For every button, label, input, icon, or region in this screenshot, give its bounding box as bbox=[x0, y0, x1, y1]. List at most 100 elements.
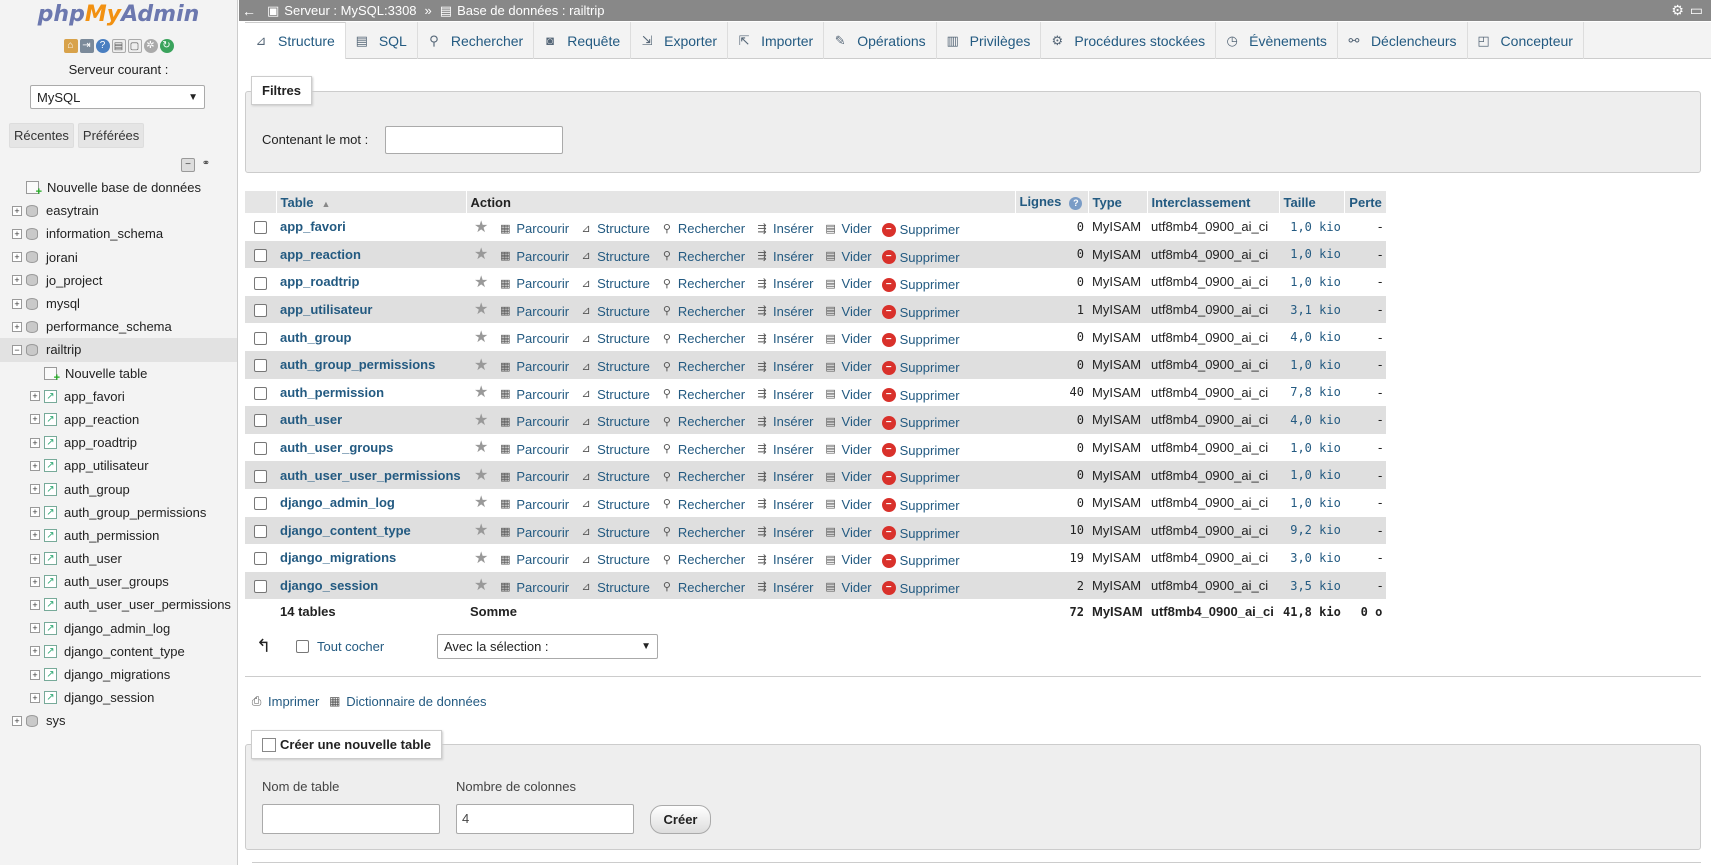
row-checkbox[interactable] bbox=[254, 524, 267, 538]
size-link[interactable]: 1,0 kio bbox=[1279, 350, 1345, 379]
tree-new-database[interactable]: Nouvelle base de données bbox=[0, 176, 237, 199]
action-empty[interactable]: ▤ Vider bbox=[824, 552, 871, 567]
expand-icon[interactable]: + bbox=[30, 576, 40, 587]
collapse-all-icon[interactable]: − bbox=[181, 158, 195, 172]
action-structure[interactable]: ⊿ Structure bbox=[579, 221, 649, 236]
row-checkbox[interactable] bbox=[254, 276, 267, 290]
action-empty[interactable]: ▤ Vider bbox=[824, 304, 871, 319]
server-select[interactable]: MySQL ▼ bbox=[30, 85, 205, 109]
tree-table-django_content_type[interactable]: + ↗ django_content_type bbox=[0, 640, 237, 663]
table-column-header[interactable]: Table ▲ bbox=[276, 191, 467, 213]
expand-icon[interactable]: + bbox=[12, 275, 22, 286]
size-link[interactable]: 1,0 kio bbox=[1279, 433, 1345, 462]
action-empty[interactable]: ▤ Vider bbox=[824, 221, 871, 236]
action-structure[interactable]: ⊿ Structure bbox=[579, 552, 649, 567]
action-structure[interactable]: ⊿ Structure bbox=[579, 442, 649, 457]
tab-structure[interactable]: ⊿ Structure bbox=[245, 22, 346, 59]
action-browse[interactable]: ▦ Parcourir bbox=[498, 387, 569, 402]
action-insert[interactable]: ⇶ Insérer bbox=[755, 414, 813, 429]
action-drop[interactable]: − Supprimer bbox=[881, 277, 960, 292]
size-link[interactable]: 1,0 kio bbox=[1279, 213, 1345, 241]
favorite-star-icon[interactable]: ★ bbox=[474, 439, 488, 456]
action-search[interactable]: ⚲ Rechercher bbox=[660, 304, 745, 319]
breadcrumb-database[interactable]: ▤ Base de données : railtrip bbox=[440, 3, 605, 19]
action-empty[interactable]: ▤ Vider bbox=[824, 469, 871, 484]
action-browse[interactable]: ▦ Parcourir bbox=[498, 497, 569, 512]
action-structure[interactable]: ⊿ Structure bbox=[579, 331, 649, 346]
size-link[interactable]: 1,0 kio bbox=[1279, 488, 1345, 517]
action-empty[interactable]: ▤ Vider bbox=[824, 414, 871, 429]
action-search[interactable]: ⚲ Rechercher bbox=[660, 580, 745, 595]
action-structure[interactable]: ⊿ Structure bbox=[579, 387, 649, 402]
action-search[interactable]: ⚲ Rechercher bbox=[660, 221, 745, 236]
action-structure[interactable]: ⊿ Structure bbox=[579, 580, 649, 595]
tree-db-easytrain[interactable]: + easytrain bbox=[0, 199, 237, 222]
action-insert[interactable]: ⇶ Insérer bbox=[755, 276, 813, 291]
with-selected-select[interactable]: Avec la sélection : ▼ bbox=[437, 634, 658, 659]
action-structure[interactable]: ⊿ Structure bbox=[579, 304, 649, 319]
check-all-checkbox[interactable] bbox=[296, 640, 309, 653]
expand-icon[interactable]: + bbox=[30, 599, 40, 610]
table-name-link[interactable]: app_favori bbox=[276, 213, 466, 241]
expand-icon[interactable]: + bbox=[30, 391, 40, 402]
logout-icon[interactable]: ⇥ bbox=[79, 39, 94, 53]
table-name-link[interactable]: django_admin_log bbox=[276, 488, 466, 517]
table-name-link[interactable]: django_migrations bbox=[276, 544, 466, 572]
row-checkbox[interactable] bbox=[254, 552, 267, 566]
action-drop[interactable]: − Supprimer bbox=[881, 470, 960, 485]
tree-db-railtrip[interactable]: − railtrip bbox=[0, 338, 237, 362]
action-browse[interactable]: ▦ Parcourir bbox=[498, 580, 569, 595]
tree-db-jorani[interactable]: + jorani bbox=[0, 246, 237, 269]
action-drop[interactable]: − Supprimer bbox=[881, 250, 960, 265]
tab-routines[interactable]: ⚙ Procédures stockées bbox=[1041, 22, 1217, 59]
action-empty[interactable]: ▤ Vider bbox=[824, 331, 871, 346]
row-checkbox[interactable] bbox=[254, 469, 267, 483]
tab-triggers[interactable]: ⚯ Déclencheurs bbox=[1338, 22, 1468, 59]
expand-icon[interactable]: + bbox=[30, 530, 40, 541]
action-empty[interactable]: ▤ Vider bbox=[824, 276, 871, 291]
action-search[interactable]: ⚲ Rechercher bbox=[660, 525, 745, 540]
recent-tables-button[interactable]: Récentes bbox=[9, 123, 74, 148]
settings-gear-icon[interactable]: ⚙ bbox=[1671, 2, 1684, 19]
action-search[interactable]: ⚲ Rechercher bbox=[660, 497, 745, 512]
action-browse[interactable]: ▦ Parcourir bbox=[498, 331, 569, 346]
expand-icon[interactable]: + bbox=[12, 252, 22, 263]
table-name-input[interactable] bbox=[262, 804, 440, 834]
tree-table-auth_permission[interactable]: + ↗ auth_permission bbox=[0, 524, 237, 547]
collapse-topbar-icon[interactable]: ▭ bbox=[1690, 2, 1703, 19]
action-drop[interactable]: − Supprimer bbox=[881, 415, 960, 430]
expand-icon[interactable]: + bbox=[12, 228, 22, 239]
tree-table-app_roadtrip[interactable]: + ↗ app_roadtrip bbox=[0, 431, 237, 454]
expand-icon[interactable]: + bbox=[12, 321, 22, 332]
action-drop[interactable]: − Supprimer bbox=[881, 498, 960, 513]
collapse-icon[interactable]: − bbox=[12, 344, 22, 355]
action-drop[interactable]: − Supprimer bbox=[881, 388, 960, 403]
action-structure[interactable]: ⊿ Structure bbox=[579, 414, 649, 429]
action-empty[interactable]: ▤ Vider bbox=[824, 249, 871, 264]
action-structure[interactable]: ⊿ Structure bbox=[579, 469, 649, 484]
tree-table-auth_user_groups[interactable]: + ↗ auth_user_groups bbox=[0, 570, 237, 593]
action-browse[interactable]: ▦ Parcourir bbox=[498, 525, 569, 540]
row-checkbox[interactable] bbox=[254, 442, 267, 456]
action-empty[interactable]: ▤ Vider bbox=[824, 580, 871, 595]
print-link[interactable]: ⎙ Imprimer bbox=[249, 694, 320, 709]
tab-import[interactable]: ⇱ Importer bbox=[728, 22, 825, 59]
action-insert[interactable]: ⇶ Insérer bbox=[755, 497, 813, 512]
action-structure[interactable]: ⊿ Structure bbox=[579, 249, 649, 264]
expand-icon[interactable]: + bbox=[30, 646, 40, 657]
favorite-star-icon[interactable]: ★ bbox=[474, 550, 488, 567]
favorite-star-icon[interactable]: ★ bbox=[474, 246, 488, 263]
favorite-star-icon[interactable]: ★ bbox=[474, 219, 488, 236]
action-structure[interactable]: ⊿ Structure bbox=[579, 497, 649, 512]
tab-search[interactable]: ⚲ Rechercher bbox=[418, 22, 535, 59]
create-table-button[interactable]: Créer bbox=[650, 805, 711, 834]
action-browse[interactable]: ▦ Parcourir bbox=[498, 552, 569, 567]
breadcrumb-server[interactable]: ▣ Serveur : MySQL:3308 bbox=[267, 3, 417, 19]
table-name-link[interactable]: app_roadtrip bbox=[276, 268, 466, 296]
phpmyadmin-logo[interactable]: phpMyAdmin bbox=[0, 0, 237, 32]
action-browse[interactable]: ▦ Parcourir bbox=[498, 276, 569, 291]
action-insert[interactable]: ⇶ Insérer bbox=[755, 525, 813, 540]
size-link[interactable]: 1,0 kio bbox=[1279, 461, 1345, 489]
data-dictionary-link[interactable]: ▦ Dictionnaire de données bbox=[327, 694, 486, 709]
action-structure[interactable]: ⊿ Structure bbox=[579, 276, 649, 291]
